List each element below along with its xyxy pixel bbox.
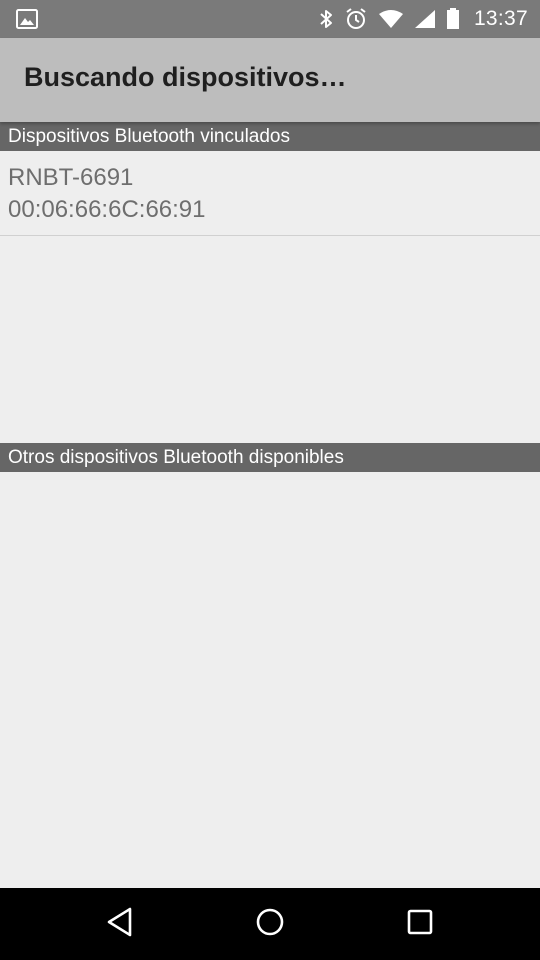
home-icon — [255, 907, 285, 942]
status-bar: 13:37 — [0, 0, 540, 38]
action-bar: Buscando dispositivos… — [0, 38, 540, 122]
device-address: 00:06:66:6C:66:91 — [8, 196, 206, 223]
other-devices-header: Otros dispositivos Bluetooth disponibles — [0, 443, 540, 472]
device-name: RNBT-6691 — [8, 164, 134, 191]
back-icon — [105, 906, 135, 943]
status-icons: 13:37 — [318, 0, 528, 38]
recents-button[interactable] — [380, 888, 460, 960]
status-time: 13:37 — [473, 7, 528, 30]
page-title: Buscando dispositivos… — [24, 62, 347, 92]
alarm-icon — [344, 8, 368, 30]
recents-icon — [406, 908, 434, 941]
image-notification-icon — [16, 9, 38, 29]
battery-icon — [446, 8, 460, 30]
back-button[interactable] — [80, 888, 160, 960]
signal-icon — [414, 9, 436, 29]
bluetooth-icon — [318, 8, 334, 30]
home-button[interactable] — [230, 888, 310, 960]
wifi-icon — [378, 9, 404, 29]
navigation-bar — [0, 888, 540, 960]
paired-devices-header: Dispositivos Bluetooth vinculados — [0, 122, 540, 151]
paired-device-item[interactable]: RNBT-6691 00:06:66:6C:66:91 — [0, 151, 540, 236]
